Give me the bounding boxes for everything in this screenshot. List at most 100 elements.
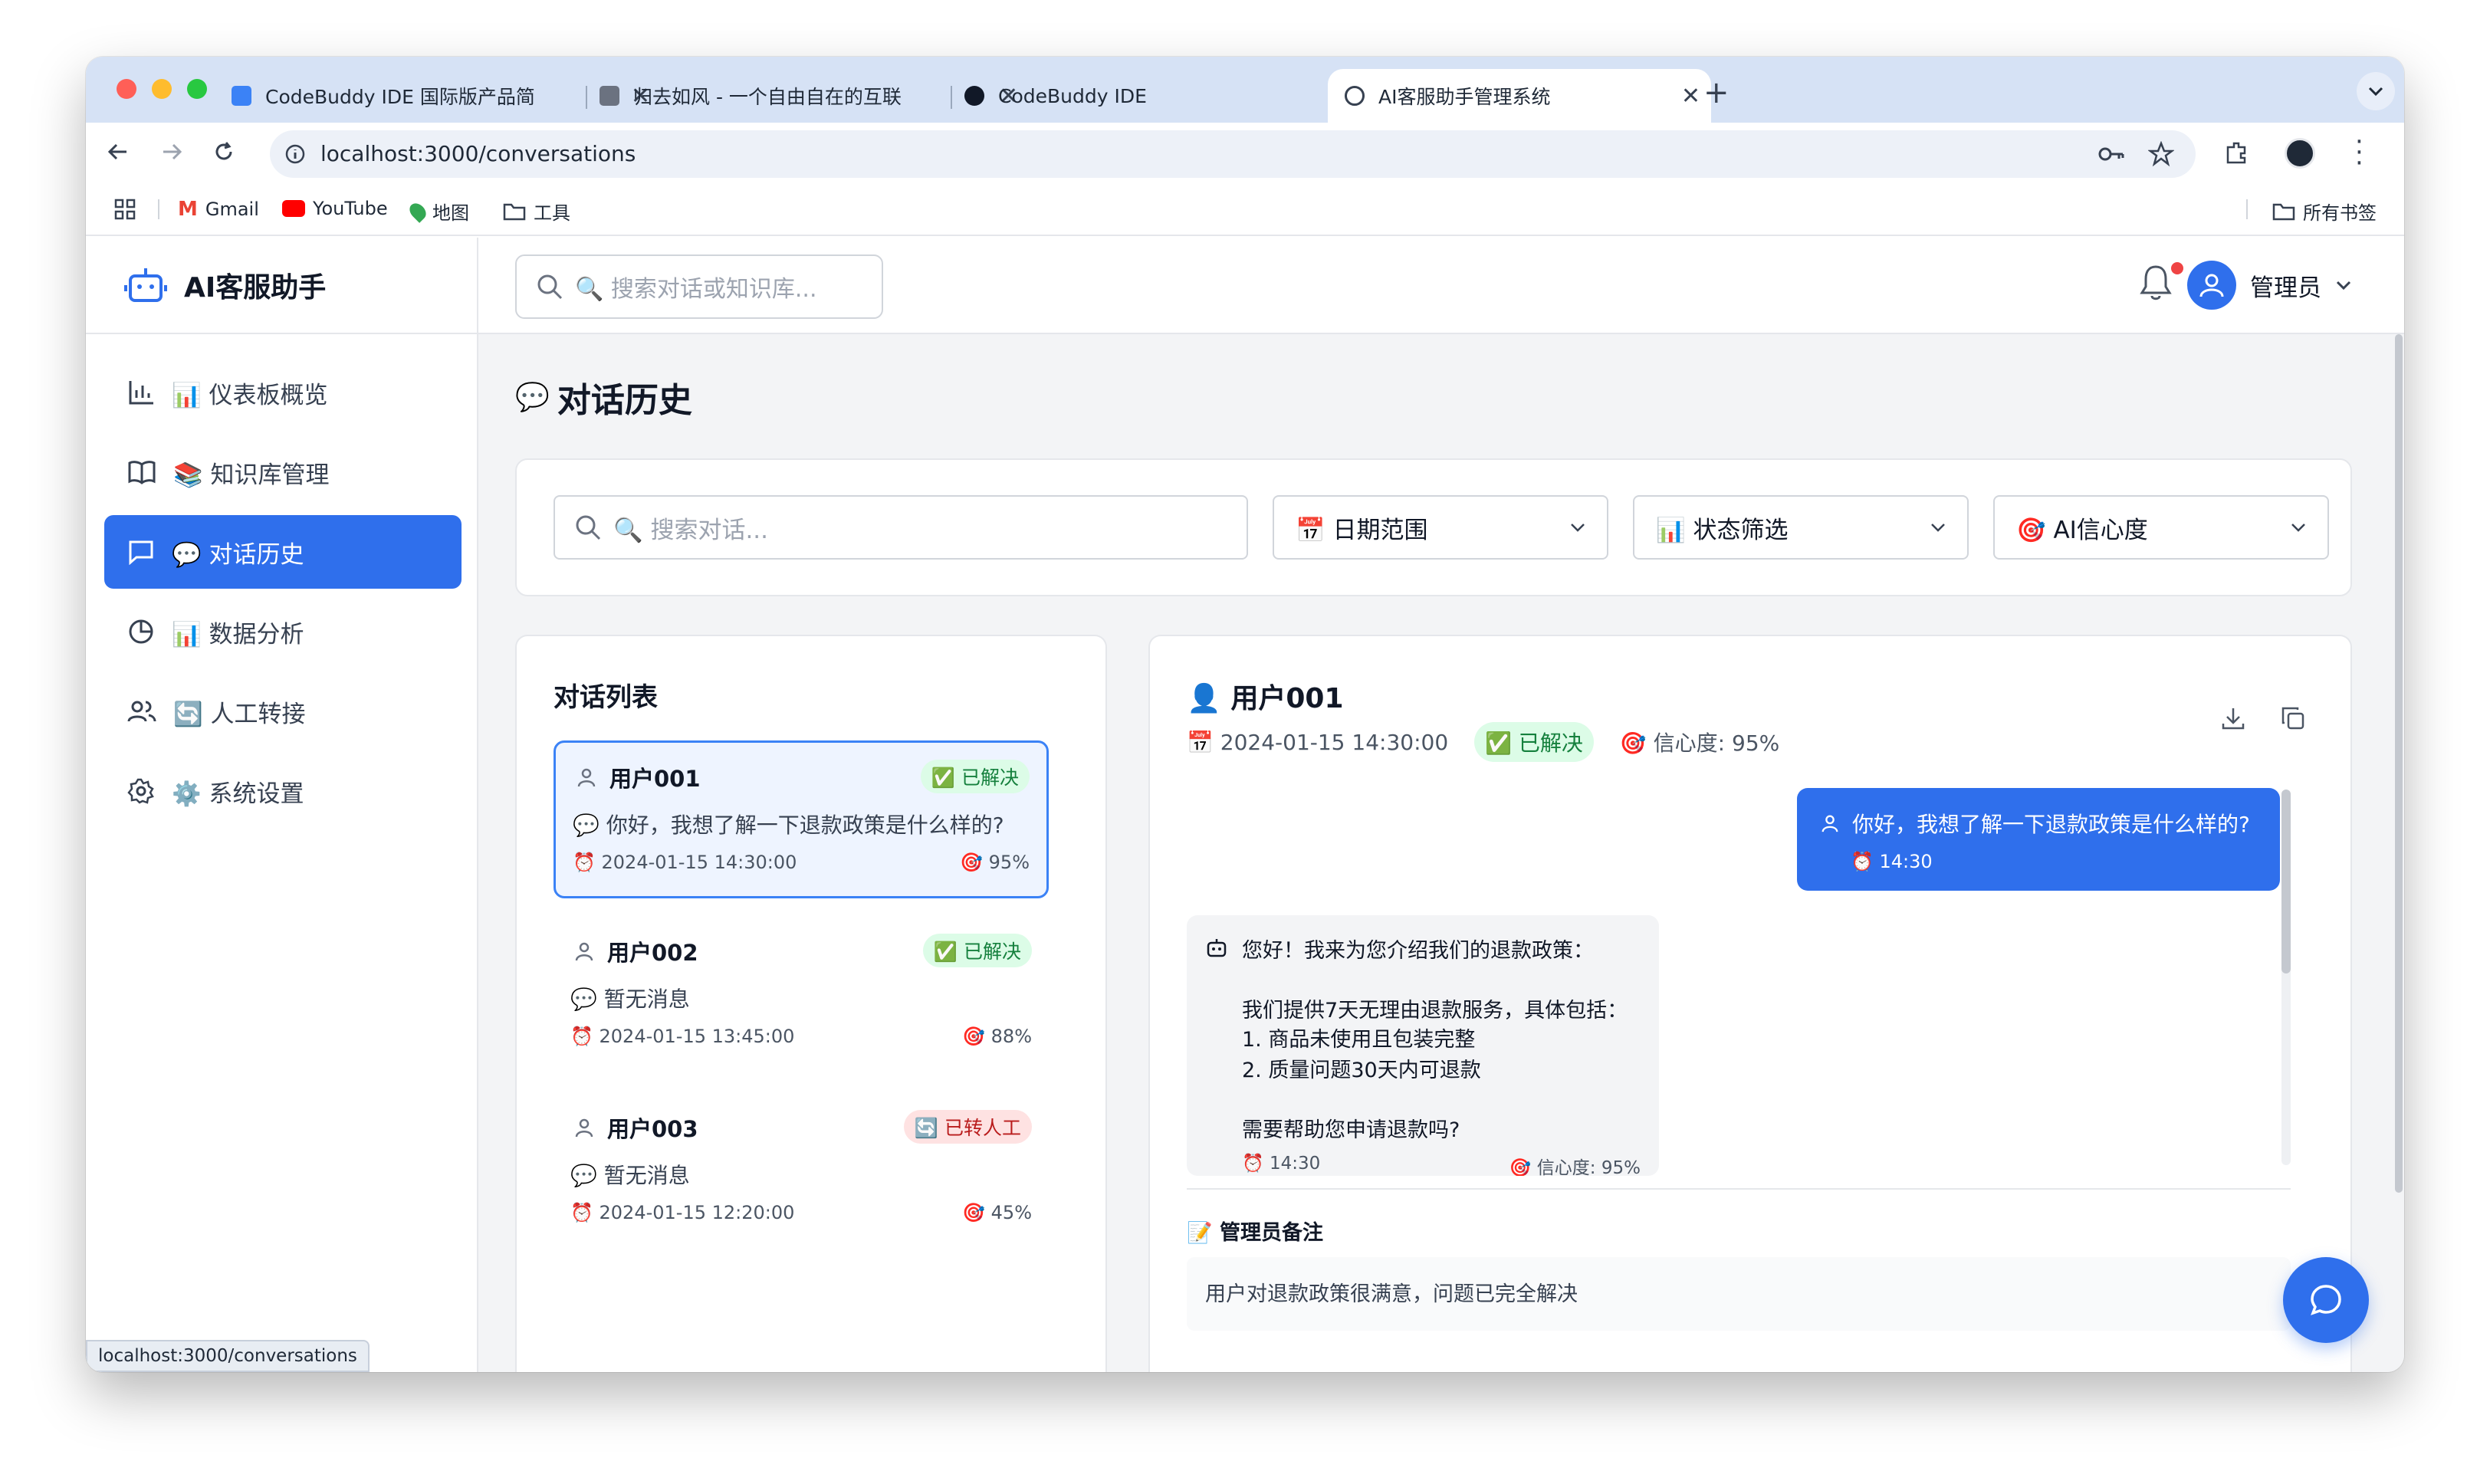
conversation-preview: 💬 暂无消息 <box>570 1163 690 1188</box>
bookmarks-bar: M Gmail YouTube 地图 工具 所有书签 <box>86 182 2404 236</box>
download-icon[interactable] <box>2220 705 2246 731</box>
user-message-bubble: 你好，我想了解一下退款政策是什么样的? ⏰ 14:30 <box>1797 788 2280 891</box>
copy-icon[interactable] <box>2280 705 2306 731</box>
youtube-icon <box>282 200 305 217</box>
status-badge: ✅ 已解决 <box>1474 722 1594 762</box>
map-pin-icon <box>406 199 429 223</box>
window-controls <box>117 79 207 99</box>
apps-grid-icon[interactable] <box>113 198 136 221</box>
status-badge: 🔄 已转人工 <box>903 1110 1032 1144</box>
nav-item-handoff[interactable]: 🔄 人工转接 <box>104 675 462 748</box>
chevron-down-icon <box>1571 524 1585 532</box>
tab-search-button[interactable] <box>2357 72 2395 110</box>
new-tab-button[interactable]: + <box>1703 75 1730 110</box>
ai-message-line: 1. 商品未使用且包装完整 <box>1242 1028 1476 1052</box>
search-icon <box>576 515 601 540</box>
site-info-icon[interactable] <box>284 143 307 166</box>
conversation-detail-panel: 👤 用户001 📅 2024-01-15 14:30:00 ✅ 已解决 🎯 信心… <box>1148 635 2352 1372</box>
menu-kebab-icon[interactable]: · · · <box>2355 129 2364 176</box>
nav-label: 🔄 人工转接 <box>173 700 306 728</box>
date-range-select[interactable]: 📅 日期范围 <box>1273 495 1608 560</box>
conversation-preview: 💬 暂无消息 <box>570 987 690 1012</box>
nav-item-analytics[interactable]: 📊 数据分析 <box>104 595 462 668</box>
page-scrollbar[interactable] <box>2393 334 2404 1269</box>
tab-title: AI客服助手管理系统 <box>1378 86 1551 108</box>
conversation-confidence: 🎯 45% <box>962 1202 1032 1223</box>
conversation-list-panel: 对话列表 用户001 ✅ 已解决 💬 你好，我想了解一下退款政策是什么样的? ⏰… <box>515 635 1107 1372</box>
close-tab-icon[interactable]: ✕ <box>1681 83 1700 110</box>
nav-item-knowledge[interactable]: 📚 知识库管理 <box>104 435 462 509</box>
url-text: localhost:3000/conversations <box>320 141 636 166</box>
gmail-icon: M <box>178 198 198 221</box>
confidence-filter-select[interactable]: 🎯 AI信心度 <box>1993 495 2329 560</box>
bookmark-gmail[interactable]: M Gmail <box>178 198 259 221</box>
users-icon <box>127 701 156 722</box>
ai-message-line: 需要帮助您申请退款吗? <box>1242 1118 1460 1142</box>
profile-avatar[interactable] <box>2285 138 2315 169</box>
extensions-icon[interactable] <box>2223 140 2249 166</box>
user-icon <box>575 1118 593 1138</box>
ai-message-confidence: 🎯 信心度: 95% <box>1509 1158 1641 1176</box>
detail-date: 📅 2024-01-15 14:30:00 <box>1187 729 1449 755</box>
ai-message-line: 2. 质量问题30天内可退款 <box>1242 1059 1481 1082</box>
chevron-down-icon <box>1931 524 1945 532</box>
floating-chat-button[interactable] <box>2283 1257 2369 1343</box>
reload-icon <box>215 142 232 160</box>
browser-tab-active[interactable]: AI客服助手管理系统 ✕ <box>1328 69 1711 123</box>
book-icon <box>128 461 156 484</box>
page-title: 💬 对话历史 <box>515 381 692 420</box>
notification-button[interactable] <box>2139 262 2183 305</box>
user-icon <box>577 768 596 787</box>
close-window-button[interactable] <box>117 79 136 99</box>
conversation-search-input[interactable]: 🔍 搜索对话... <box>554 495 1248 560</box>
bookmark-maps[interactable]: 地图 <box>406 198 469 225</box>
thread-scrollbar-thumb[interactable] <box>2281 790 2291 973</box>
conversation-user: 用户002 <box>607 940 698 966</box>
browser-tab[interactable]: CodeBuddy IDE 国际版产品简 ✕ <box>232 69 661 123</box>
bookmark-youtube[interactable]: YouTube <box>282 198 388 219</box>
status-badge: ✅ 已解决 <box>922 934 1032 967</box>
minimize-window-button[interactable] <box>152 79 172 99</box>
filter-bar: 🔍 搜索对话... 📅 日期范围 📊 状态筛选 🎯 AI信心度 <box>515 458 2352 596</box>
nav-item-dashboard[interactable]: 📊 仪表板概览 <box>104 356 462 429</box>
bookmark-folder-tools[interactable]: 工具 <box>503 198 570 225</box>
message-thread: 你好，我想了解一下退款政策是什么样的? ⏰ 14:30 您好！我来为您介绍我们的… <box>1187 782 2291 1177</box>
browser-toolbar: localhost:3000/conversations · · · <box>86 123 2404 182</box>
ai-message-bubble: 您好！我来为您介绍我们的退款政策： 我们提供7天无理由退款服务，具体包括： 1.… <box>1187 915 1659 1176</box>
message-icon <box>129 540 153 565</box>
global-search-input[interactable]: 🔍 搜索对话或知识库... <box>515 254 883 319</box>
maximize-window-button[interactable] <box>187 79 207 99</box>
top-header: 🔍 搜索对话或知识库... 管理员 <box>478 238 2404 334</box>
star-icon[interactable] <box>2148 141 2174 167</box>
status-filter-select[interactable]: 📊 状态筛选 <box>1633 495 1969 560</box>
forward-button[interactable] <box>153 133 190 170</box>
nav-label: 📚 知识库管理 <box>173 461 330 489</box>
folder-icon <box>503 203 526 220</box>
admin-note-title: 📝 管理员备注 <box>1187 1221 1324 1245</box>
chevron-down-icon <box>2368 87 2383 97</box>
user-menu[interactable]: 管理员 <box>2187 261 2352 310</box>
address-bar[interactable]: localhost:3000/conversations <box>270 130 2196 178</box>
all-bookmarks-folder[interactable]: 所有书签 <box>2272 198 2377 225</box>
conversation-user: 用户001 <box>609 766 701 792</box>
brand-name: AI客服助手 <box>184 272 327 304</box>
tab-strip: CodeBuddy IDE 国际版产品简 ✕ 归去如风 - 一个自由自在的互联 … <box>86 57 2404 123</box>
thread-scrollbar[interactable] <box>2281 790 2291 1165</box>
ai-message-time: ⏰ 14:30 <box>1242 1154 1321 1174</box>
tab-title: CodeBuddy IDE <box>998 84 1147 107</box>
status-badge: ✅ 已解决 <box>920 760 1030 793</box>
user-message-time: ⏰ 14:30 <box>1851 851 1933 872</box>
nav-item-settings[interactable]: ⚙️ 系统设置 <box>104 754 462 828</box>
tab-title: CodeBuddy IDE 国际版产品简 <box>265 86 535 108</box>
conversation-item-selected[interactable]: 用户001 ✅ 已解决 💬 你好，我想了解一下退款政策是什么样的? ⏰ 2024… <box>554 740 1049 898</box>
nav-item-conversations[interactable]: 💬 对话历史 <box>104 515 462 589</box>
nav-label: ⚙️ 系统设置 <box>172 780 304 808</box>
back-button[interactable] <box>100 133 136 170</box>
reload-button[interactable] <box>205 133 242 170</box>
status-url-bubble: localhost:3000/conversations <box>86 1340 370 1372</box>
key-icon[interactable] <box>2097 143 2125 166</box>
conversation-item[interactable]: 用户003 🔄 已转人工 💬 暂无消息 ⏰ 2024-01-15 12:20:0… <box>554 1093 1049 1251</box>
page-scrollbar-thumb[interactable] <box>2395 334 2403 1193</box>
conversation-item[interactable]: 用户002 ✅ 已解决 💬 暂无消息 ⏰ 2024-01-15 13:45:00… <box>554 917 1049 1075</box>
ai-message-line: 我们提供7天无理由退款服务，具体包括： <box>1242 999 1628 1023</box>
